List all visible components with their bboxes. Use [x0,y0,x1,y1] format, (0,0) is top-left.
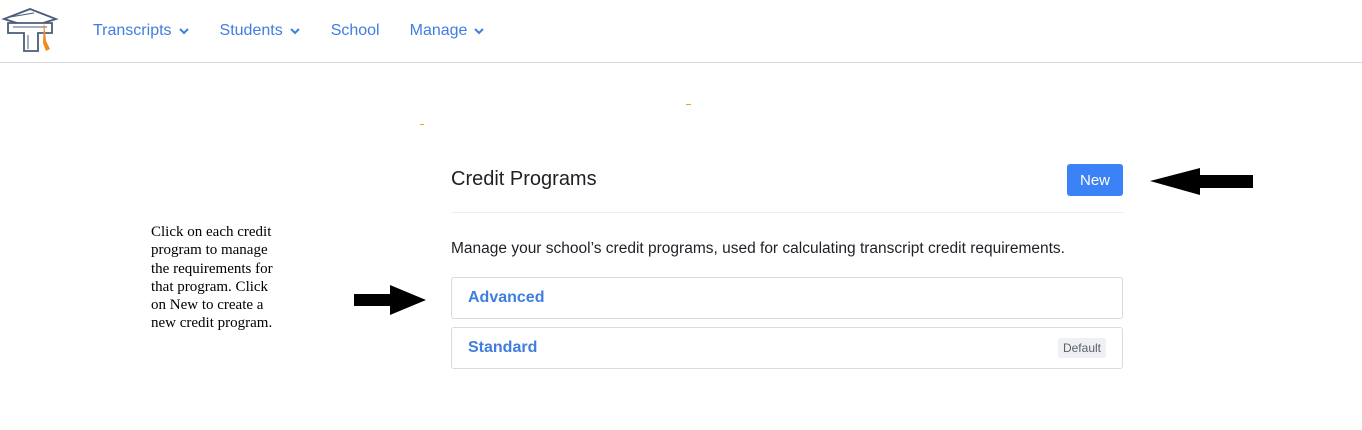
nav-manage-label: Manage [409,22,468,39]
nav-students-label: Students [219,22,283,39]
arrow-left-icon [1150,168,1253,195]
credit-program-name: Standard [468,339,538,356]
credit-program-name: Advanced [468,289,545,306]
page-description: Manage your school’s credit programs, us… [451,240,1065,257]
chevron-down-icon [289,28,300,35]
credit-program-item-advanced[interactable]: Advanced [451,277,1123,319]
nav-school-label: School [330,22,380,39]
graduation-cap-logo-icon[interactable] [0,5,60,55]
top-navigation-bar: Transcripts Students School Manage [0,0,1362,63]
stray-mark [420,124,424,125]
nav-transcripts[interactable]: Transcripts [93,22,190,40]
arrow-right-icon [354,285,426,315]
nav-manage[interactable]: Manage [410,22,486,40]
nav-transcripts-label: Transcripts [93,22,172,39]
credit-program-item-standard[interactable]: Standard Default [451,327,1123,369]
new-credit-program-button[interactable]: New [1067,164,1123,196]
stray-mark [686,104,691,105]
instruction-note: Click on each credit program to manage t… [151,224,273,332]
page-title: Credit Programs [451,168,597,190]
nav-students[interactable]: Students [220,22,301,40]
default-badge: Default [1057,338,1106,358]
header-divider [451,212,1123,213]
chevron-down-icon [178,28,189,35]
chevron-down-icon [474,28,485,35]
main-nav: Transcripts Students School Manage [93,0,515,62]
nav-school[interactable]: School [331,22,380,40]
